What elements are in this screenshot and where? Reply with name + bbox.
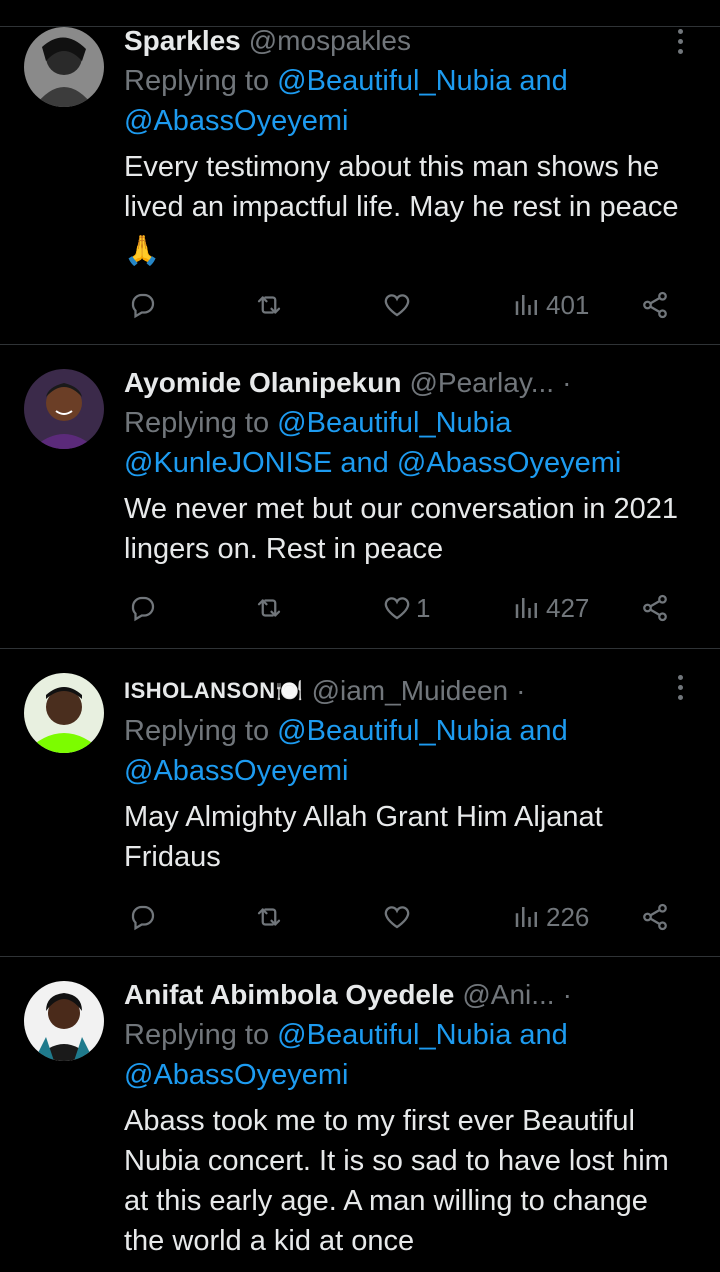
share-icon xyxy=(643,594,667,622)
mention-link[interactable]: @Beautiful_Nubia and xyxy=(277,65,568,97)
replying-to: Replying to @Beautiful_Nubia @KunleJONIS… xyxy=(124,403,680,483)
like-count: 1 xyxy=(416,592,431,623)
mention-link[interactable]: @Beautiful_Nubia and xyxy=(277,715,568,747)
action-bar: 401 xyxy=(124,285,684,325)
reply-icon xyxy=(131,596,155,622)
view-count: 427 xyxy=(546,592,590,623)
user-handle[interactable]: @mospakles xyxy=(249,25,411,57)
views-button[interactable]: 226 xyxy=(512,897,589,937)
replying-to-label: Replying to xyxy=(124,715,278,747)
mention-link[interactable]: @AbassOyeyemi xyxy=(124,755,348,787)
retweet-icon xyxy=(257,296,281,314)
views-icon xyxy=(515,295,537,315)
tweet-anifat[interactable]: Anifat Abimbola Oyedele @Ani... · Replyi… xyxy=(0,956,720,1272)
separator-dot: · xyxy=(562,367,572,398)
reply-feed: Sparkles @mospakles Replying to @Beautif… xyxy=(0,0,720,1272)
tweet-isholanson[interactable]: ISHOLANSON🍽️ @iam_Muideen · Replying to … xyxy=(0,648,720,956)
like-button[interactable] xyxy=(382,285,416,325)
user-handle[interactable]: @Pearlay... xyxy=(409,367,554,399)
mention-link[interactable]: @Beautiful_Nubia xyxy=(277,407,511,439)
mention-link[interactable]: @AbassOyeyemi xyxy=(124,105,348,137)
user-handle[interactable]: @Ani... xyxy=(462,979,554,1011)
separator-dot: · xyxy=(516,675,526,706)
heart-icon xyxy=(384,906,410,929)
retweet-button[interactable] xyxy=(254,588,284,628)
display-name[interactable]: Ayomide Olanipekun xyxy=(124,367,401,399)
mention-link[interactable]: @AbassOyeyemi xyxy=(124,1059,348,1091)
mention-link[interactable]: @KunleJONISE and @AbassOyeyemi xyxy=(124,447,621,479)
views-icon xyxy=(515,907,537,927)
share-button[interactable] xyxy=(640,285,670,325)
retweet-button[interactable] xyxy=(254,897,284,937)
tweet-ayomide[interactable]: Ayomide Olanipekun @Pearlay... · Replyin… xyxy=(0,344,720,648)
share-icon xyxy=(643,903,667,931)
tweet-header: Anifat Abimbola Oyedele @Ani... · xyxy=(124,975,660,1015)
avatar[interactable] xyxy=(24,981,104,1061)
reply-button[interactable] xyxy=(128,285,158,325)
mention-link[interactable]: @Beautiful_Nubia and xyxy=(277,1019,568,1051)
tweet-body: Abass took me to my first ever Beautiful… xyxy=(124,1105,669,1257)
views-button[interactable]: 427 xyxy=(512,588,589,628)
share-button[interactable] xyxy=(640,897,670,937)
display-name[interactable]: Anifat Abimbola Oyedele xyxy=(124,979,454,1011)
avatar[interactable] xyxy=(24,369,104,449)
replying-to-label: Replying to xyxy=(124,65,278,97)
folded-hands-emoji: 🙏 xyxy=(124,235,161,267)
action-bar: 226 xyxy=(124,897,684,937)
tweet-header: Ayomide Olanipekun @Pearlay... · xyxy=(124,363,660,403)
tweet-text: Every testimony about this man shows he … xyxy=(124,147,690,271)
avatar[interactable] xyxy=(24,673,104,753)
tweet-body: We never met but our conversation in 202… xyxy=(124,493,679,565)
retweet-icon xyxy=(257,908,281,926)
tweet-text: Abass took me to my first ever Beautiful… xyxy=(124,1101,690,1261)
views-button[interactable]: 401 xyxy=(512,285,589,325)
view-count: 401 xyxy=(546,289,590,320)
more-options-icon[interactable] xyxy=(670,667,690,707)
reply-button[interactable] xyxy=(128,588,158,628)
replying-to-label: Replying to xyxy=(124,407,278,439)
reply-icon xyxy=(131,905,155,931)
tweet-sparkles[interactable]: Sparkles @mospakles Replying to @Beautif… xyxy=(0,25,720,344)
like-button[interactable]: 1 xyxy=(382,588,430,628)
replying-to: Replying to @Beautiful_Nubia and @AbassO… xyxy=(124,1015,680,1095)
tweet-header: ISHOLANSON🍽️ @iam_Muideen · xyxy=(124,671,660,711)
reply-icon xyxy=(131,293,155,319)
replying-to: Replying to @Beautiful_Nubia and @AbassO… xyxy=(124,61,680,141)
heart-icon xyxy=(384,597,410,620)
tweet-header: Sparkles @mospakles xyxy=(124,21,660,61)
separator-dot: · xyxy=(562,979,572,1010)
retweet-icon xyxy=(257,599,281,617)
replying-to: Replying to @Beautiful_Nubia and @AbassO… xyxy=(124,711,680,791)
heart-icon xyxy=(384,294,410,317)
display-name[interactable]: Sparkles xyxy=(124,25,241,57)
tweet-body: Every testimony about this man shows he … xyxy=(124,151,679,223)
user-handle[interactable]: @iam_Muideen xyxy=(312,675,509,707)
like-button[interactable] xyxy=(382,897,416,937)
avatar[interactable] xyxy=(24,27,104,107)
more-options-icon[interactable] xyxy=(670,21,690,61)
share-icon xyxy=(643,291,667,319)
replying-to-label: Replying to xyxy=(124,1019,278,1051)
display-name[interactable]: ISHOLANSON🍽️ xyxy=(124,678,304,704)
view-count: 226 xyxy=(546,901,590,932)
tweet-body: May Almighty Allah Grant Him Aljanat Fri… xyxy=(124,801,603,873)
retweet-button[interactable] xyxy=(254,285,284,325)
action-bar: 1 427 xyxy=(124,588,684,628)
tweet-text: May Almighty Allah Grant Him Aljanat Fri… xyxy=(124,797,690,877)
tweet-text: We never met but our conversation in 202… xyxy=(124,489,690,569)
views-icon xyxy=(515,598,537,618)
share-button[interactable] xyxy=(640,588,670,628)
reply-button[interactable] xyxy=(128,897,158,937)
